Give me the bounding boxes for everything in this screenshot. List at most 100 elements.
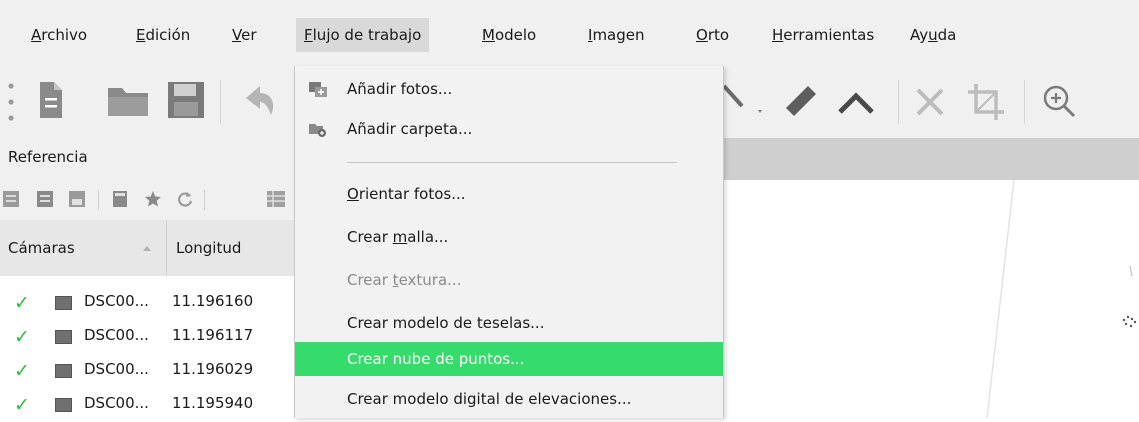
convert-icon[interactable]: [68, 190, 86, 208]
import-icon[interactable]: [2, 190, 20, 208]
table-row[interactable]: ✓ DSC00... 11.196117: [0, 320, 300, 354]
add-photos-icon: [309, 82, 327, 97]
column-header-cameras[interactable]: Cámaras: [8, 220, 75, 276]
camera-icon: [55, 296, 72, 310]
menu-item-add-folder[interactable]: Añadir carpeta...: [295, 112, 723, 146]
star-icon[interactable]: [144, 190, 162, 208]
drag-handle-icon[interactable]: [6, 80, 16, 124]
pointer-icon[interactable]: [722, 80, 768, 124]
checkbox-checked-icon[interactable]: ✓: [14, 394, 30, 416]
menu-label: lujo de trabajo: [312, 26, 422, 44]
open-folder-icon[interactable]: [106, 84, 150, 118]
menu-label: odelo: [494, 26, 537, 44]
reference-panel-toolbar: [0, 180, 300, 220]
cameras-table-header: Cámaras Longitud: [0, 220, 300, 276]
refresh-icon[interactable]: [176, 190, 194, 208]
menu-item-label-post: rientar fotos...: [358, 185, 466, 203]
menu-item-align-photos[interactable]: Orientar fotos...: [295, 177, 723, 211]
menu-item-build-dem[interactable]: Crear modelo digital de elevaciones...: [295, 382, 723, 416]
camera-longitude: 11.196117: [172, 326, 254, 344]
menu-label: rto: [707, 26, 730, 44]
table-row[interactable]: ✓ DSC00... 11.196160: [0, 286, 300, 320]
menu-label: da: [937, 26, 957, 44]
menu-edicion[interactable]: Edición: [128, 18, 198, 52]
menu-ver[interactable]: Ver: [224, 18, 265, 52]
menu-accel: V: [232, 26, 242, 44]
menu-label: rchivo: [41, 26, 88, 44]
menu-item-add-photos[interactable]: Añadir fotos...: [295, 72, 723, 106]
viewport-lines: [986, 180, 1137, 418]
camera-longitude: 11.196160: [172, 292, 254, 310]
column-header-longitude[interactable]: Longitud: [176, 220, 241, 276]
menu-item-label: Crear nube de puntos...: [347, 350, 525, 368]
menu-ayuda[interactable]: Ayuda: [902, 18, 964, 52]
menu-item-label: Añadir fotos...: [347, 80, 453, 98]
menu-label: magen: [592, 26, 645, 44]
workflow-dropdown-menu: Añadir fotos... Añadir carpeta... Orient…: [294, 66, 724, 418]
menu-item-label: Crear: [347, 228, 393, 246]
menu-item-label: Crear: [347, 271, 393, 289]
add-folder-icon: [309, 124, 326, 137]
menu-item-label: Crear modelo de teselas...: [347, 314, 545, 332]
camera-icon: [55, 330, 72, 344]
sort-ascending-icon[interactable]: [142, 244, 152, 252]
menu-label-pre: Ay: [910, 26, 929, 44]
menu-archivo[interactable]: Archivo: [23, 18, 95, 52]
table-row[interactable]: ✓ DSC00... 11.196029: [0, 354, 300, 388]
menu-imagen[interactable]: Imagen: [580, 18, 653, 52]
new-document-icon[interactable]: [38, 80, 64, 120]
table-row[interactable]: ✓ DSC00... 11.195940: [0, 388, 300, 422]
menu-item-label: Añadir carpeta...: [347, 120, 473, 138]
checkbox-checked-icon[interactable]: ✓: [14, 292, 30, 314]
menu-accel: u: [928, 26, 938, 44]
menu-accel: A: [31, 26, 42, 44]
undo-icon[interactable]: [238, 82, 278, 118]
table-settings-icon[interactable]: [266, 190, 286, 208]
export-icon[interactable]: [36, 190, 54, 208]
column-divider[interactable]: [166, 220, 167, 276]
menu-item-label: Crear modelo digital de elevaciones...: [347, 390, 632, 408]
checkbox-checked-icon[interactable]: ✓: [14, 360, 30, 382]
menu-label: dición: [145, 26, 191, 44]
camera-name: DSC00...: [84, 292, 149, 310]
model-viewport[interactable]: [722, 180, 1139, 418]
checkbox-checked-icon[interactable]: ✓: [14, 326, 30, 348]
menu-accel: F: [304, 26, 313, 44]
calculator-icon[interactable]: [112, 190, 128, 208]
camera-longitude: 11.196029: [172, 360, 254, 378]
crop-icon[interactable]: [966, 82, 1006, 122]
reference-panel-header: Referencia: [0, 138, 300, 180]
toolbar-separator: [220, 80, 221, 124]
menu-item-label-post: extura...: [398, 271, 462, 289]
menu-modelo[interactable]: Modelo: [474, 18, 544, 52]
chevron-up-icon[interactable]: [836, 88, 876, 116]
menu-accel: O: [347, 185, 359, 203]
menu-orto[interactable]: Orto: [688, 18, 737, 52]
menu-label: er: [241, 26, 257, 44]
menu-accel: m: [392, 228, 408, 246]
menu-herramientas[interactable]: Herramientas: [764, 18, 882, 52]
delete-icon[interactable]: [912, 86, 948, 120]
save-icon[interactable]: [166, 80, 206, 120]
icon-separator: [204, 190, 205, 210]
camera-icon: [55, 364, 72, 378]
menu-flujo-de-trabajo[interactable]: Flujo de trabajo: [296, 18, 430, 52]
camera-icon: [55, 398, 72, 412]
camera-name: DSC00...: [84, 326, 149, 344]
menu-separator: [347, 162, 677, 163]
camera-longitude: 11.195940: [172, 394, 254, 412]
menu-accel: H: [772, 26, 784, 44]
camera-name: DSC00...: [84, 394, 149, 412]
menu-accel: M: [482, 26, 495, 44]
ruler-icon[interactable]: [780, 84, 820, 120]
menu-bar: Archivo Edición Ver Flujo de trabajo Mod…: [0, 0, 1139, 66]
menu-item-build-mesh[interactable]: Crear malla...: [295, 220, 723, 254]
zoom-in-icon[interactable]: [1040, 82, 1080, 122]
toolbar-separator: [1024, 80, 1025, 124]
menu-accel: O: [696, 26, 708, 44]
panel-title: Referencia: [8, 148, 88, 166]
toolbar-separator: [898, 80, 899, 124]
camera-name: DSC00...: [84, 360, 149, 378]
menu-item-build-point-cloud[interactable]: Crear nube de puntos...: [295, 342, 723, 376]
menu-item-build-tiled-model[interactable]: Crear modelo de teselas...: [295, 306, 723, 340]
